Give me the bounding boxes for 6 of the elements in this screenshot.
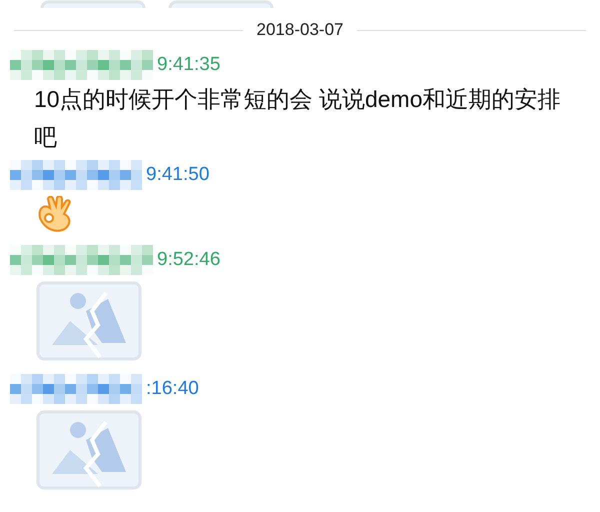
message-time: :16:40 [146, 378, 199, 400]
message-time: 9:52:46 [157, 249, 220, 271]
message-time: 9:41:50 [146, 164, 210, 186]
date-separator: 2018-03-07 [256, 20, 344, 40]
message-text: 10点的时候开个非常短的会 说说demo和近期的安排吧 [33, 85, 562, 152]
message-time: 9:41:35 [157, 54, 220, 76]
